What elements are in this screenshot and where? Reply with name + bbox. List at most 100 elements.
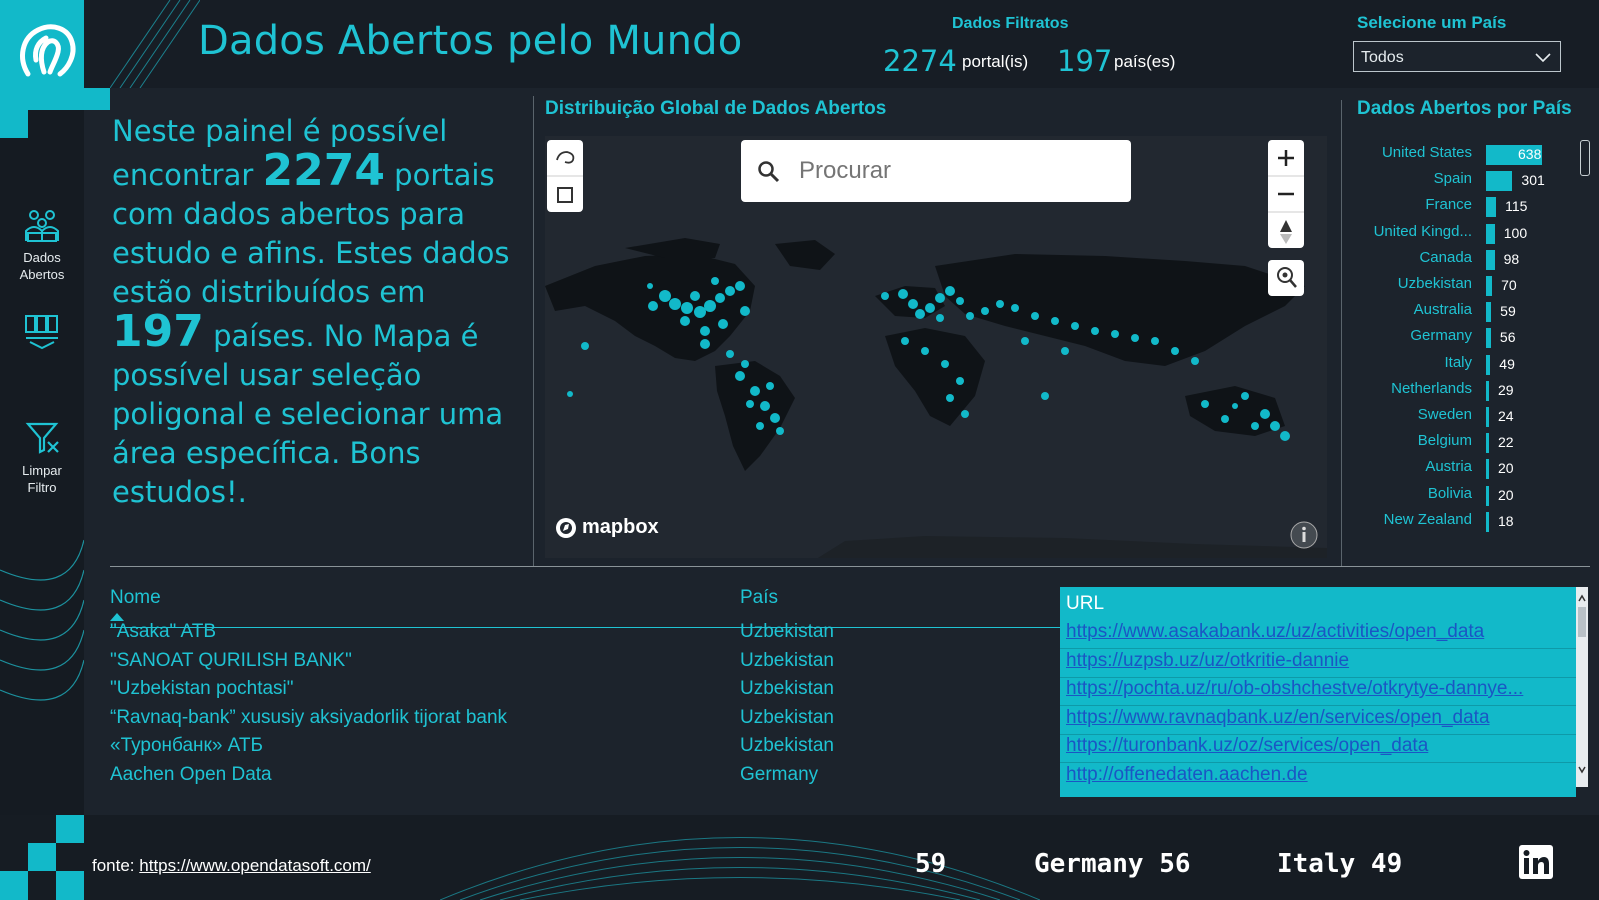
- land-canada-north: [625, 238, 720, 258]
- compass-button[interactable]: [1268, 212, 1304, 248]
- bar-value-label: 20: [1498, 486, 1514, 503]
- bar-scrollbar[interactable]: [1580, 140, 1590, 176]
- bar-country-label: Netherlands: [1391, 379, 1472, 397]
- bar-row[interactable]: Belgium 22: [1340, 430, 1580, 456]
- bar[interactable]: [1486, 459, 1489, 480]
- bar[interactable]: [1486, 328, 1491, 349]
- lasso-select-button[interactable]: [547, 140, 583, 176]
- table-cell-url[interactable]: https://turonbank.uz/oz/services/open_da…: [1066, 735, 1428, 757]
- bar[interactable]: [1486, 171, 1513, 192]
- table-cell-country[interactable]: Uzbekistan: [740, 678, 834, 700]
- bar-row[interactable]: Germany 56: [1340, 325, 1580, 351]
- bar[interactable]: [1486, 276, 1493, 296]
- mapbox-attribution[interactable]: mapbox: [555, 516, 659, 539]
- bar-row[interactable]: Sweden 24: [1340, 404, 1580, 430]
- decor-square: [56, 871, 84, 900]
- bar[interactable]: [1486, 433, 1489, 454]
- map-search-input[interactable]: [797, 150, 1121, 192]
- divider: [533, 96, 534, 566]
- bar-row[interactable]: Bolivia 20: [1340, 483, 1580, 509]
- bar-row[interactable]: France 115: [1340, 194, 1580, 220]
- bar-country-label: Canada: [1419, 248, 1472, 266]
- zoom-in-button[interactable]: [1268, 140, 1304, 176]
- bar[interactable]: [1486, 485, 1489, 506]
- country-select-label: Selecione um País: [1357, 13, 1507, 32]
- divider: [110, 566, 1590, 567]
- rect-select-button[interactable]: [547, 176, 583, 212]
- bar[interactable]: [1486, 354, 1491, 375]
- table-cell-url[interactable]: https://www.asakabank.uz/uz/activities/o…: [1066, 621, 1484, 643]
- table-cell-country[interactable]: Uzbekistan: [740, 735, 834, 757]
- bar-row[interactable]: Australia 59: [1340, 299, 1580, 325]
- bar[interactable]: [1486, 407, 1489, 427]
- table-cell-url[interactable]: https://www.ravnaqbank.uz/en/services/op…: [1066, 707, 1490, 729]
- land-asia: [935, 254, 1305, 366]
- bar-value-label: 18: [1498, 512, 1514, 529]
- bar[interactable]: [1486, 249, 1495, 270]
- bar-country-label: Australia: [1413, 301, 1472, 319]
- bar-row[interactable]: Canada 98: [1340, 247, 1580, 273]
- table-cell-name[interactable]: “Ravnaq-bank” xususiy aksiyadorlik tijor…: [110, 707, 507, 729]
- table-cell-country[interactable]: Uzbekistan: [740, 621, 834, 643]
- table-cell-name[interactable]: Aachen Open Data: [110, 764, 272, 786]
- table-cell-name[interactable]: "Uzbekistan pochtasi": [110, 678, 294, 700]
- table-cell-url[interactable]: http://offenedaten.aachen.de: [1066, 764, 1308, 786]
- column-header-pais[interactable]: País: [740, 587, 778, 609]
- decor-curves: [0, 539, 84, 701]
- bar-row[interactable]: Austria 20: [1340, 456, 1580, 482]
- table-cell-country[interactable]: Uzbekistan: [740, 650, 834, 672]
- table-cell-name[interactable]: "Asaka" ATB: [110, 621, 216, 643]
- decor-arcs: [440, 837, 1040, 900]
- kpi-portals-unit: portal(is): [962, 52, 1029, 71]
- table-scrollbar[interactable]: [1576, 587, 1588, 787]
- table-cell-name[interactable]: «Туронбанк» АТБ: [110, 735, 263, 757]
- table-cell-name[interactable]: "SANOAT QURILISH BANK": [110, 650, 352, 672]
- bar[interactable]: [1486, 380, 1489, 401]
- bar[interactable]: [1486, 223, 1495, 244]
- search-icon: [758, 161, 780, 183]
- bar-row[interactable]: Italy 49: [1340, 352, 1580, 378]
- locate-button[interactable]: [1268, 260, 1304, 296]
- rail-item-dados-abertos[interactable]: Dados Abertos: [0, 205, 84, 283]
- table-cell-country[interactable]: Uzbekistan: [740, 707, 834, 729]
- rail-label: Abertos: [19, 267, 65, 282]
- source-link[interactable]: https://www.opendatasoft.com/: [139, 856, 371, 875]
- bar-country-label: Germany: [1410, 327, 1472, 345]
- bar-country-label: Bolivia: [1427, 484, 1472, 502]
- sort-ascending-icon[interactable]: [110, 613, 124, 621]
- column-header-nome[interactable]: Nome: [110, 587, 161, 609]
- bar-row[interactable]: United Kingd... 100: [1340, 221, 1580, 247]
- table-cell-url[interactable]: https://uzpsb.uz/uz/otkritie-dannie: [1066, 650, 1349, 672]
- world-map[interactable]: mapbox: [545, 136, 1327, 558]
- bar-row[interactable]: Spain 301: [1340, 168, 1580, 194]
- bar-value-label: 100: [1503, 224, 1528, 241]
- zoom-out-button[interactable]: [1268, 176, 1304, 212]
- column-header-url[interactable]: URL: [1066, 593, 1104, 615]
- table-cell-url[interactable]: https://pochta.uz/ru/ob-obshchestve/otkr…: [1066, 678, 1523, 700]
- bar-row[interactable]: Uzbekistan 70: [1340, 273, 1580, 299]
- bar-row[interactable]: New Zealand 18: [1340, 509, 1580, 535]
- bar-value-label: 56: [1499, 329, 1516, 346]
- kpi-portals-count: 2274: [883, 44, 957, 78]
- bar-value-label: 29: [1498, 381, 1514, 398]
- bar-row[interactable]: Netherlands 29: [1340, 378, 1580, 404]
- info-icon[interactable]: [1289, 520, 1319, 550]
- bar[interactable]: [1486, 511, 1489, 532]
- ticker-item: Italy 49: [1277, 849, 1403, 879]
- land-greenland: [775, 240, 835, 270]
- decor-square: [0, 110, 28, 138]
- rail-item-limpar-filtro[interactable]: Limpar Filtro: [0, 418, 84, 496]
- linkedin-icon[interactable]: [1519, 845, 1553, 879]
- intro-text: Neste painel é possível encontrar 2274 p…: [112, 112, 517, 512]
- country-bar-chart[interactable]: United States 638 Spain 301 France 115 United …: [1340, 142, 1580, 542]
- map-search[interactable]: [741, 140, 1131, 202]
- rail-item-reports[interactable]: [0, 312, 84, 356]
- country-select[interactable]: Todos: [1353, 41, 1561, 72]
- rail-label: Limpar: [22, 463, 62, 478]
- bar-row[interactable]: United States 638: [1340, 142, 1580, 168]
- people-group-icon: [25, 210, 59, 242]
- bar[interactable]: [1486, 302, 1492, 323]
- bar-country-label: United Kingd...: [1373, 222, 1472, 240]
- table-cell-country[interactable]: Germany: [740, 764, 818, 786]
- bar[interactable]: [1486, 197, 1497, 218]
